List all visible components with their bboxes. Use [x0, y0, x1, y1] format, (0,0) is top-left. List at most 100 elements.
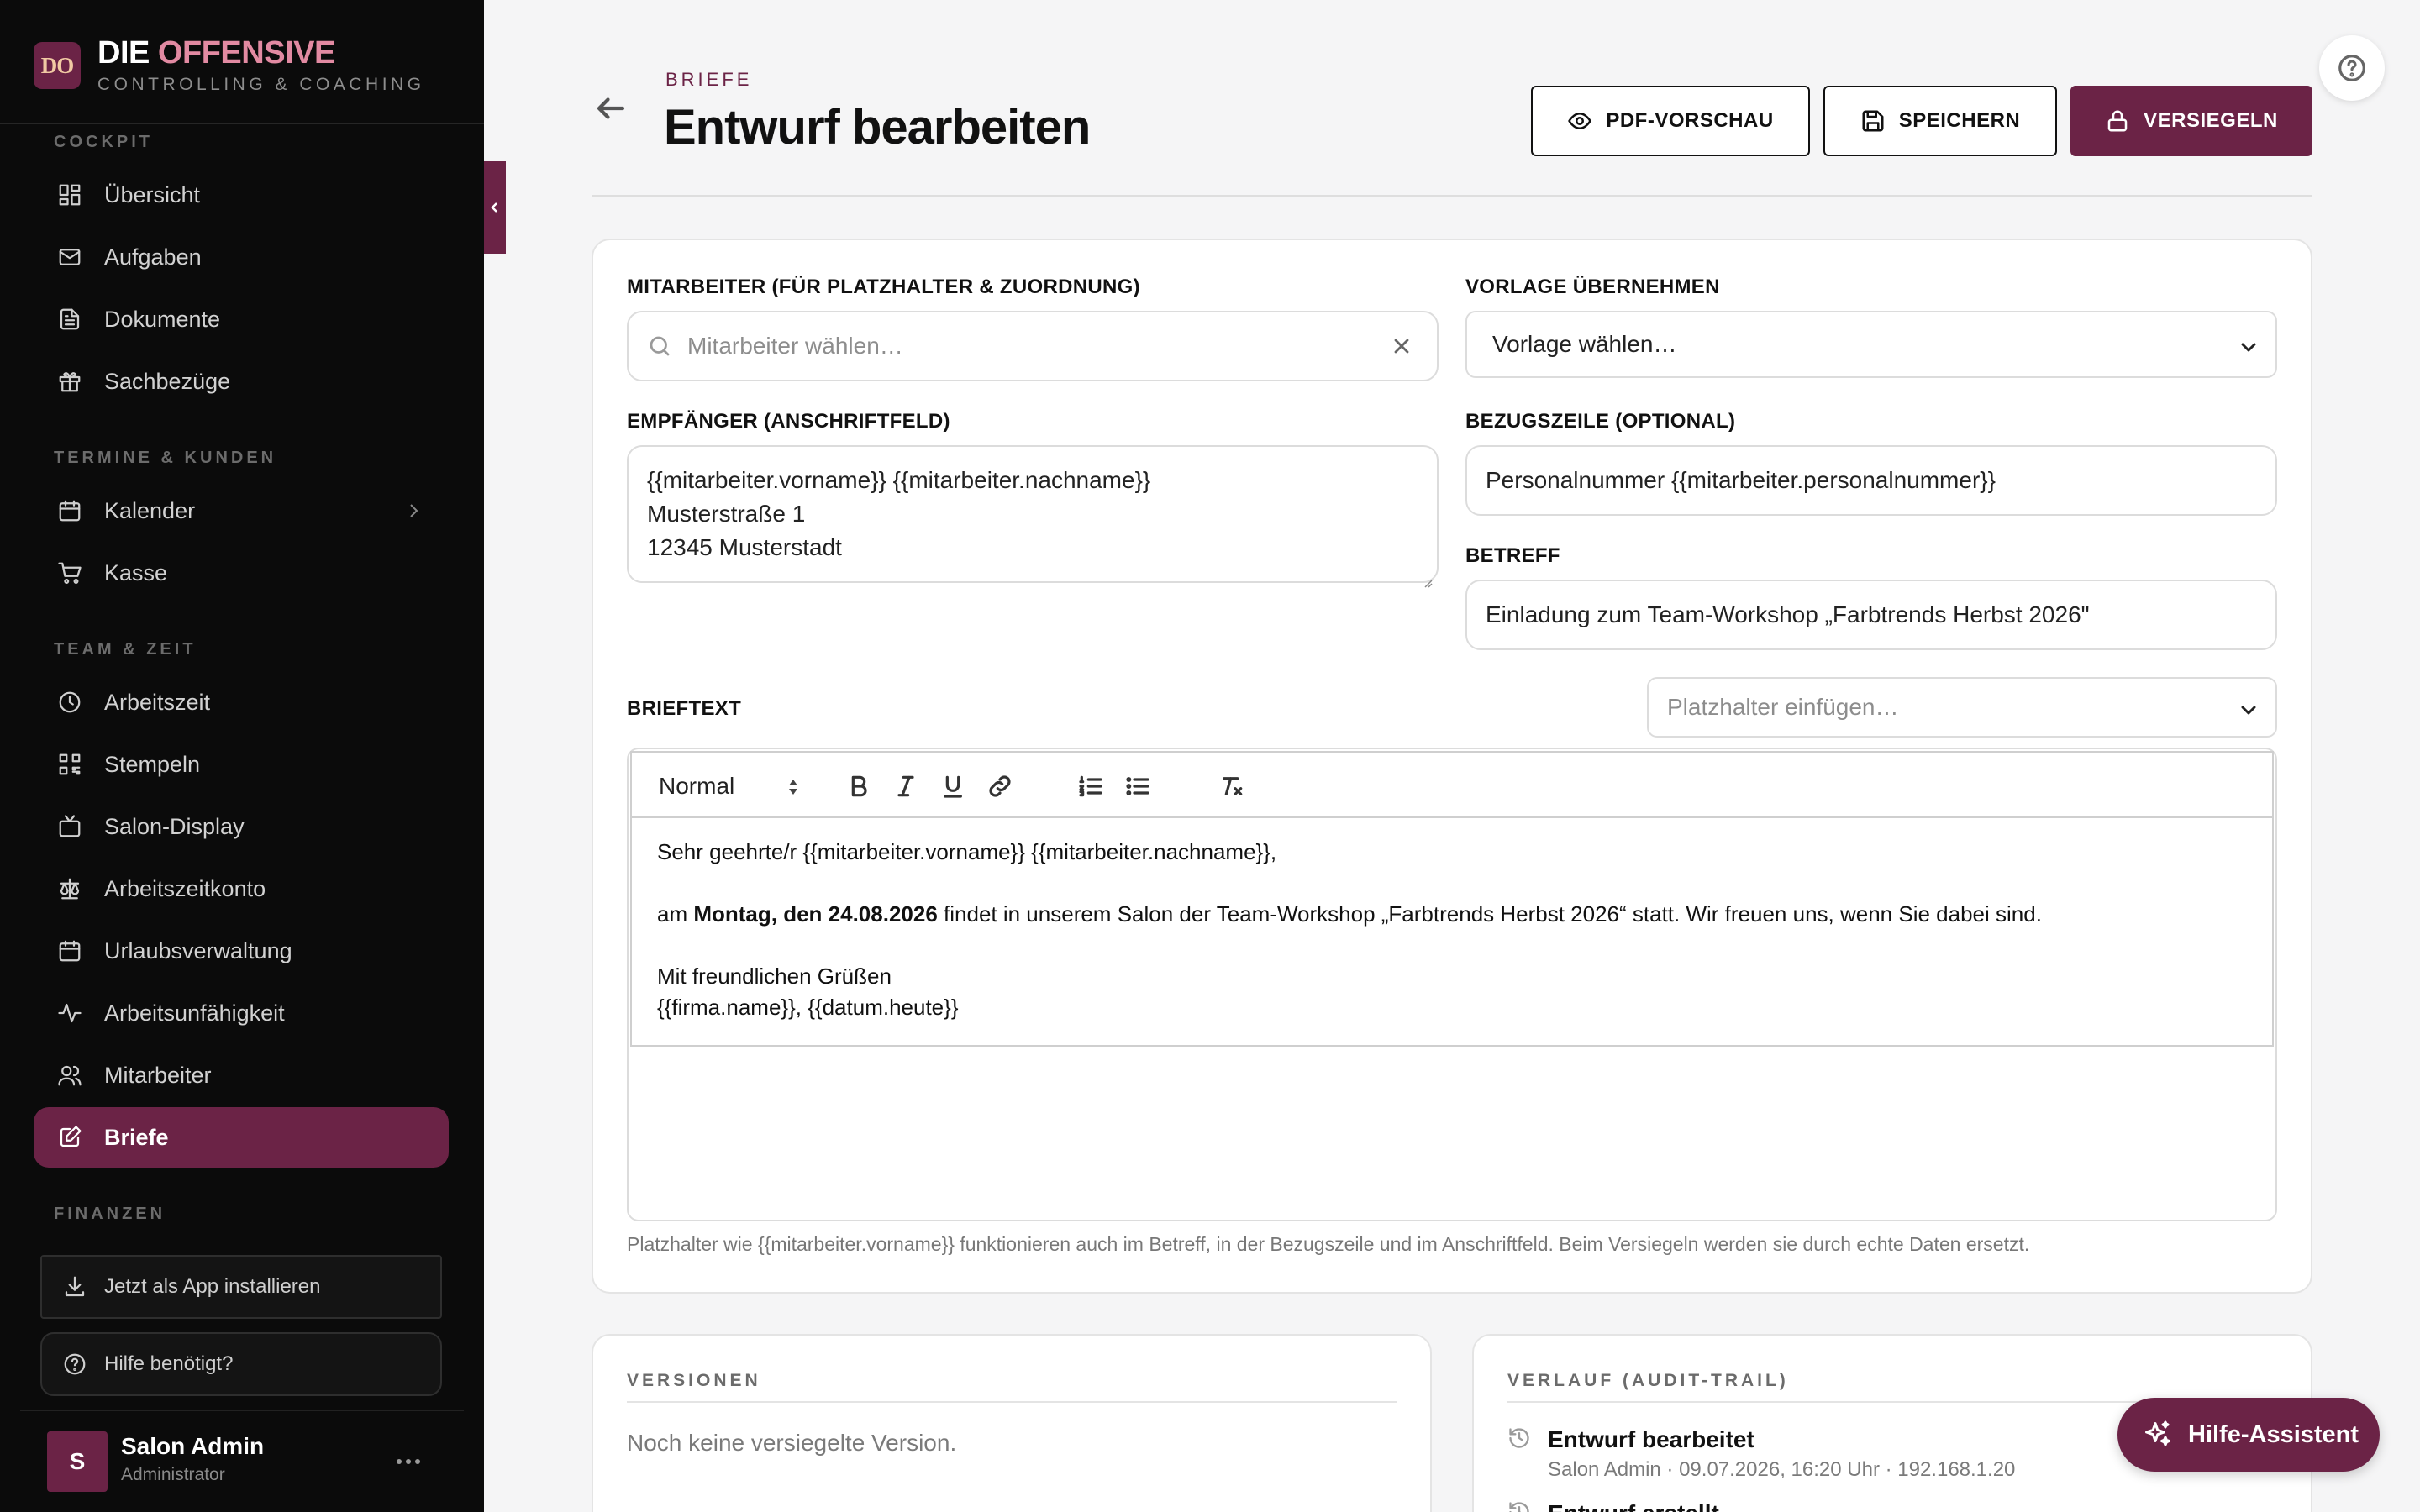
help-icon[interactable]: [2319, 35, 2385, 101]
sidebar-item-mitarbeiter[interactable]: Mitarbeiter: [34, 1045, 449, 1105]
sidebar-item-label: Übersicht: [104, 181, 201, 207]
breadcrumb[interactable]: BRIEFE: [666, 69, 752, 91]
placeholder-select[interactable]: Platzhalter einfügen…: [1647, 677, 2277, 738]
reference-label: BEZUGSZEILE (OPTIONAL): [1465, 410, 1736, 433]
sidebar-item-label: Sachbezüge: [104, 368, 231, 394]
calendar-icon: [57, 938, 82, 963]
sidebar-item-label: Aufgaben: [104, 244, 202, 270]
clear-format-button[interactable]: [1215, 769, 1249, 803]
clock-icon: [57, 690, 82, 715]
audit-label: VERLAUF (AUDIT-TRAIL): [1507, 1371, 1789, 1390]
user-name: Salon Admin: [121, 1433, 265, 1459]
chevron-down-icon: [2238, 699, 2259, 719]
help-button[interactable]: Hilfe benötigt?: [40, 1332, 442, 1396]
employee-label: MITARBEITER (FÜR PLATZHALTER & ZUORDNUNG…: [627, 276, 1140, 298]
brand-subtitle: CONTROLLING & COACHING: [97, 75, 425, 94]
chevron-right-icon: [403, 501, 424, 521]
install-app-button[interactable]: Jetzt als App installieren: [40, 1255, 442, 1319]
sidebar-item-urlaubsverwaltung[interactable]: Urlaubsverwaltung: [34, 921, 449, 981]
brand-title: DIE OFFENSIVE: [97, 35, 335, 71]
user-role: Administrator: [121, 1465, 225, 1484]
subject-input[interactable]: Einladung zum Team-Workshop „Farbtrends …: [1465, 580, 2277, 650]
sidebar-item-kasse[interactable]: Kasse: [34, 543, 449, 603]
updown-icon: [785, 774, 802, 800]
ordered-list-button[interactable]: [1074, 769, 1107, 803]
italic-button[interactable]: [889, 769, 923, 803]
sidebar-item-dokumente[interactable]: Dokumente: [34, 289, 449, 349]
back-button[interactable]: [593, 91, 629, 126]
letter-closing: Mit freundlichen Grüßen: [657, 963, 892, 989]
chevron-left-icon: [491, 202, 497, 213]
employee-search-input[interactable]: Mitarbeiter wählen…: [627, 311, 1439, 381]
sidebar-item-stempeln[interactable]: Stempeln: [34, 734, 449, 795]
clear-format-icon: [1223, 777, 1243, 795]
lock-icon: [2105, 108, 2130, 134]
versions-label: VERSIONEN: [627, 1371, 761, 1390]
arrow-left-icon: [597, 97, 625, 119]
search-icon: [647, 333, 672, 359]
sparkles-icon: [2143, 1420, 2173, 1450]
resize-handle-icon[interactable]: [1420, 564, 1434, 588]
format-select[interactable]: Normal: [659, 773, 802, 800]
save-button[interactable]: SPEICHERN: [1823, 86, 2057, 156]
section-label-team: TEAM & ZEIT: [54, 640, 197, 659]
recipient-textarea[interactable]: {{mitarbeiter.vorname}} {{mitarbeiter.na…: [627, 445, 1439, 588]
audit-entry-title: Entwurf erstellt: [1548, 1500, 1719, 1512]
placeholder-hint: Platzhalter wie {{mitarbeiter.vorname}} …: [627, 1233, 2030, 1255]
divider: [20, 1410, 464, 1411]
link-icon: [989, 775, 1011, 797]
sidebar-item-briefe[interactable]: Briefe: [34, 1107, 449, 1168]
more-options-icon[interactable]: [392, 1445, 425, 1478]
underline-button[interactable]: [936, 769, 970, 803]
subject-label: BETREFF: [1465, 544, 1560, 567]
brand-logo: DO: [34, 42, 81, 89]
underline-icon: [944, 775, 962, 798]
sidebar-item-uebersicht[interactable]: Übersicht: [34, 165, 449, 225]
mail-icon: [57, 244, 82, 270]
reference-input[interactable]: Personalnummer {{mitarbeiter.personalnum…: [1465, 445, 2277, 516]
sidebar-collapse-button[interactable]: [484, 161, 506, 254]
versions-card: [592, 1334, 1432, 1512]
bullet-list-icon: [1126, 777, 1150, 795]
page-title: Entwurf bearbeiten: [664, 100, 1091, 155]
letter-paragraph: am Montag, den 24.08.2026 findet in unse…: [657, 901, 2042, 927]
audit-entry-title: Entwurf bearbeitet: [1548, 1426, 1754, 1452]
section-label-cockpit: COCKPIT: [54, 133, 153, 151]
sidebar-item-label: Arbeitsunfähigkeit: [104, 1000, 285, 1026]
divider: [592, 195, 2312, 197]
pdf-preview-button[interactable]: PDF-VORSCHAU: [1531, 86, 1810, 156]
chevron-down-icon: [2238, 336, 2259, 356]
help-assistant-button[interactable]: Hilfe-Assistent: [2118, 1398, 2380, 1472]
document-icon: [57, 307, 82, 332]
brand[interactable]: DO DIE OFFENSIVE CONTROLLING & COACHING: [34, 36, 425, 94]
recipient-label: EMPFÄNGER (ANSCHRIFTFELD): [627, 410, 950, 433]
sidebar-item-label: Stempeln: [104, 751, 201, 777]
help-circle-icon: [62, 1352, 87, 1377]
audit-entry-meta: Salon Admin · 09.07.2026, 16:20 Uhr · 19…: [1548, 1458, 2016, 1481]
sidebar-item-label: Dokumente: [104, 306, 221, 332]
seal-button[interactable]: VERSIEGELN: [2070, 86, 2312, 156]
sidebar-item-label: Arbeitszeitkonto: [104, 875, 266, 901]
avatar[interactable]: S: [47, 1431, 108, 1492]
history-icon: [1507, 1500, 1531, 1512]
bullet-list-button[interactable]: [1121, 769, 1155, 803]
save-icon: [1860, 108, 1886, 134]
sidebar-item-arbeitszeit[interactable]: Arbeitszeit: [34, 672, 449, 732]
sidebar-item-salon-display[interactable]: Salon-Display: [34, 796, 449, 857]
link-button[interactable]: [983, 769, 1017, 803]
sidebar-item-arbeitsunfaehigkeit[interactable]: Arbeitsunfähigkeit: [34, 983, 449, 1043]
sidebar-item-label: Urlaubsverwaltung: [104, 937, 292, 963]
history-icon: [1507, 1426, 1531, 1450]
edit-icon: [57, 1125, 82, 1150]
clear-icon[interactable]: [1390, 334, 1413, 358]
sidebar-item-arbeitszeitkonto[interactable]: Arbeitszeitkonto: [34, 858, 449, 919]
section-label-termine: TERMINE & KUNDEN: [54, 449, 277, 467]
gift-icon: [57, 369, 82, 394]
editor-content[interactable]: Sehr geehrte/r {{mitarbeiter.vorname}} {…: [630, 818, 2274, 1047]
bold-button[interactable]: [842, 769, 876, 803]
calendar-icon: [57, 498, 82, 523]
sidebar-item-sachbezuege[interactable]: Sachbezüge: [34, 351, 449, 412]
sidebar-item-aufgaben[interactable]: Aufgaben: [34, 227, 449, 287]
sidebar-item-kalender[interactable]: Kalender: [34, 480, 449, 541]
template-select[interactable]: Vorlage wählen…: [1465, 311, 2277, 378]
